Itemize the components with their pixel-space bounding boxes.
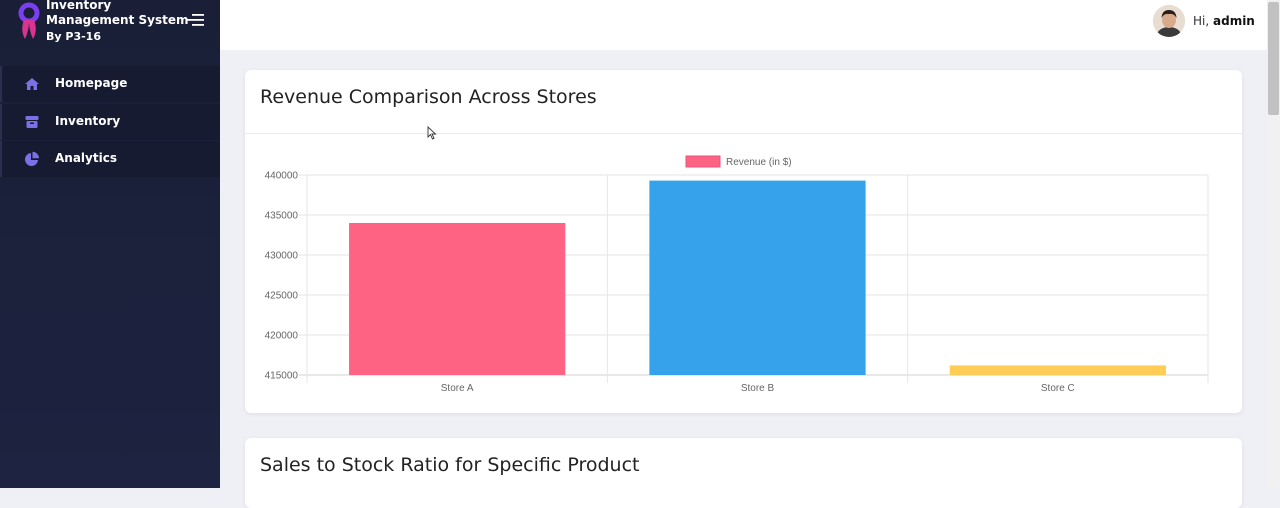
mouse-cursor-icon (427, 126, 437, 140)
legend-label: Revenue (in $) (726, 157, 792, 168)
legend-swatch (685, 155, 721, 168)
y-tick-label: 440000 (265, 171, 299, 182)
greeting-prefix: Hi, (1193, 14, 1210, 28)
avatar[interactable] (1153, 5, 1185, 37)
brand: Inventory Management System By P3-16 (0, 0, 220, 60)
card-title: Revenue Comparison Across Stores (260, 86, 597, 108)
sidebar-item-homepage[interactable]: Homepage (0, 66, 220, 102)
brand-title: Inventory Management System By P3-16 (46, 0, 196, 44)
bar-store-b (649, 180, 866, 375)
y-tick-label: 430000 (265, 251, 299, 262)
bar-store-a (349, 223, 566, 375)
username[interactable]: admin (1213, 14, 1255, 28)
menu-toggle-icon[interactable] (186, 12, 206, 28)
x-tick-label: Store C (1041, 383, 1075, 394)
user-avatar-icon (1153, 5, 1185, 37)
x-tick-label: Store A (441, 383, 474, 394)
pie-chart-icon (25, 151, 39, 166)
y-tick-label: 420000 (265, 331, 299, 342)
y-tick-label: 435000 (265, 211, 299, 222)
sidebar: Inventory Management System By P3-16 Hom… (0, 0, 220, 488)
revenue-chart-card: Revenue Comparison Across Stores Revenue… (245, 70, 1242, 413)
scrollbar-thumb[interactable] (1268, 2, 1279, 115)
brand-subtitle: By P3-16 (46, 30, 101, 43)
sidebar-item-analytics[interactable]: Analytics (0, 141, 220, 177)
x-tick-label: Store B (741, 383, 775, 394)
bar-store-c (949, 365, 1166, 375)
sidebar-item-label: Homepage (55, 76, 128, 90)
y-tick-label: 415000 (265, 371, 299, 382)
sidebar-item-label: Inventory (55, 113, 121, 128)
sidebar-nav: Homepage Inventory Analytics (0, 66, 220, 179)
sidebar-item-label: Analytics (55, 151, 117, 165)
revenue-bar-chart: Revenue (in $) 440000 435000 430000 425000 42… (265, 155, 1209, 394)
top-bar: Hi, admin (220, 0, 1267, 50)
card-divider (245, 133, 1242, 134)
box-icon (25, 115, 39, 128)
user-greeting: Hi, admin (1193, 14, 1255, 28)
home-icon (25, 78, 39, 90)
sidebar-item-inventory[interactable]: Inventory (0, 103, 220, 140)
sales-stock-card: Sales to Stock Ratio for Specific Produc… (245, 438, 1242, 508)
card-title: Sales to Stock Ratio for Specific Produc… (260, 454, 640, 476)
y-tick-label: 425000 (265, 291, 299, 302)
brand-logo-icon (18, 2, 40, 39)
